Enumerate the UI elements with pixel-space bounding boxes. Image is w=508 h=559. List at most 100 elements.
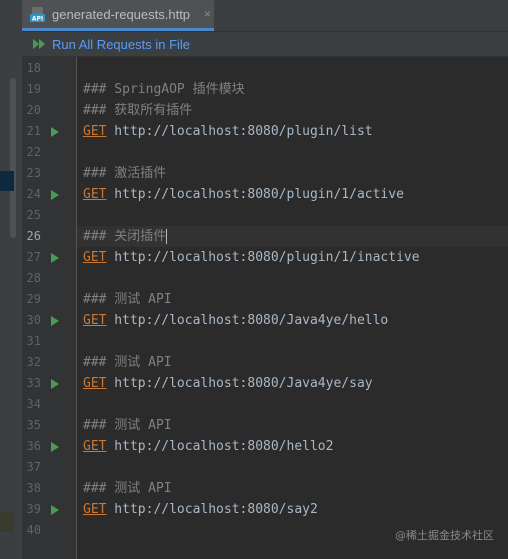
line-number: 35 — [26, 418, 41, 432]
code-line[interactable]: GET http://localhost:8080/plugin/1/activ… — [77, 184, 508, 205]
gutter-line: 31 — [22, 331, 77, 352]
line-number: 37 — [26, 460, 41, 474]
gutter-line: 18 — [22, 58, 77, 79]
code-line[interactable]: GET http://localhost:8080/Java4ye/hello — [77, 310, 508, 331]
code-line[interactable]: ### 测试 API — [77, 415, 508, 436]
run-request-icon[interactable] — [51, 442, 59, 452]
line-number: 28 — [26, 271, 41, 285]
request-comment: ### SpringAOP 插件模块 — [83, 82, 245, 97]
close-icon[interactable]: × — [204, 7, 211, 21]
gutter-line: 38 — [22, 478, 77, 499]
line-number: 18 — [26, 61, 41, 75]
gutter-line: 27 — [22, 247, 77, 268]
text-caret — [166, 229, 168, 244]
http-method: GET — [83, 376, 107, 391]
gutter-line: 30 — [22, 310, 77, 331]
gutter-line: 25 — [22, 205, 77, 226]
http-method: GET — [83, 187, 107, 202]
panel-scrollbar[interactable] — [10, 78, 16, 238]
api-file-icon: API — [30, 6, 47, 23]
request-comment: ### 测试 API — [83, 418, 172, 433]
request-url: http://localhost:8080/Java4ye/hello — [106, 313, 389, 328]
code-line[interactable]: ### 测试 API — [77, 478, 508, 499]
code-line[interactable]: ### 测试 API — [77, 352, 508, 373]
code-line[interactable]: GET http://localhost:8080/Java4ye/say — [77, 373, 508, 394]
code-line[interactable] — [77, 142, 508, 163]
code-line[interactable]: ### 关闭插件 — [77, 226, 508, 247]
code-line[interactable] — [77, 394, 508, 415]
line-number: 39 — [26, 502, 41, 516]
gutter-line: 29 — [22, 289, 77, 310]
gutter-line: 32 — [22, 352, 77, 373]
line-number: 34 — [26, 397, 41, 411]
selected-tree-item[interactable] — [0, 171, 14, 191]
line-number: 33 — [26, 376, 41, 390]
code-line[interactable]: GET http://localhost:8080/plugin/list — [77, 121, 508, 142]
highlighted-tree-item[interactable] — [0, 512, 14, 532]
line-number: 22 — [26, 145, 41, 159]
http-method: GET — [83, 250, 107, 265]
code-line[interactable]: GET http://localhost:8080/hello2 — [77, 436, 508, 457]
request-comment: ### 激活插件 — [83, 166, 167, 181]
code-line[interactable]: ### SpringAOP 插件模块 — [77, 79, 508, 100]
run-request-icon[interactable] — [51, 379, 59, 389]
code-editor[interactable]: ### SpringAOP 插件模块 ### 获取所有插件 GET http://l… — [77, 57, 508, 559]
request-url: http://localhost:8080/plugin/1/inactive — [106, 250, 420, 265]
code-line[interactable] — [77, 457, 508, 478]
line-number: 29 — [26, 292, 41, 306]
http-method: GET — [83, 439, 107, 454]
run-request-icon[interactable] — [51, 253, 59, 263]
request-url: http://localhost:8080/say2 — [106, 502, 318, 517]
code-line[interactable] — [77, 58, 508, 79]
line-number: 24 — [26, 187, 41, 201]
gutter-line: 39 — [22, 499, 77, 520]
gutter-line: 35 — [22, 415, 77, 436]
code-line[interactable]: GET http://localhost:8080/plugin/1/inact… — [77, 247, 508, 268]
code-line[interactable]: ### 激活插件 — [77, 163, 508, 184]
run-all-icon — [33, 39, 45, 49]
request-url: http://localhost:8080/plugin/list — [106, 124, 373, 139]
api-file-icon-text: API — [32, 15, 43, 22]
line-number: 19 — [26, 82, 41, 96]
watermark-text: @稀土掘金技术社区 — [395, 529, 494, 542]
line-number: 32 — [26, 355, 41, 369]
line-number: 21 — [26, 124, 41, 138]
request-comment: ### 获取所有插件 — [83, 103, 193, 118]
code-line[interactable]: GET http://localhost:8080/say2 — [77, 499, 508, 520]
line-number: 27 — [26, 250, 41, 264]
project-panel-edge — [0, 0, 23, 559]
line-number: 30 — [26, 313, 41, 327]
http-method: GET — [83, 313, 107, 328]
tab-label: generated-requests.http — [52, 6, 191, 22]
line-number: 25 — [26, 208, 41, 222]
code-line[interactable]: ### 测试 API — [77, 289, 508, 310]
line-number: 23 — [26, 166, 41, 180]
code-line[interactable] — [77, 205, 508, 226]
http-method: GET — [83, 124, 107, 139]
request-url: http://localhost:8080/plugin/1/active — [106, 187, 404, 202]
line-number-gutter[interactable]: 18 19 20 21 22 23 24 25 26 27 28 29 30 31 32 33 34 35 36 37… — [22, 57, 77, 559]
gutter-line: 20 — [22, 100, 77, 121]
tab-generated-requests[interactable]: API generated-requests.http × — [22, 0, 214, 31]
gutter-line: 37 — [22, 457, 77, 478]
run-request-icon[interactable] — [51, 190, 59, 200]
http-method: GET — [83, 502, 107, 517]
line-number: 26 — [26, 229, 41, 243]
line-number: 20 — [26, 103, 41, 117]
line-number: 40 — [26, 523, 41, 537]
request-comment: ### 测试 API — [83, 355, 172, 370]
ide-window: API generated-requests.http × Run All Re… — [0, 0, 508, 559]
run-request-icon[interactable] — [51, 316, 59, 326]
run-request-icon[interactable] — [51, 127, 59, 137]
code-line[interactable]: ### 获取所有插件 — [77, 100, 508, 121]
run-request-icon[interactable] — [51, 505, 59, 515]
code-line[interactable] — [77, 331, 508, 352]
gutter-line: 33 — [22, 373, 77, 394]
run-all-requests-button[interactable]: Run All Requests in File — [32, 37, 190, 52]
gutter-line: 23 — [22, 163, 77, 184]
gutter-line: 22 — [22, 142, 77, 163]
code-line[interactable] — [77, 268, 508, 289]
gutter-line: 36 — [22, 436, 77, 457]
run-all-label: Run All Requests in File — [52, 36, 191, 52]
request-url: http://localhost:8080/hello2 — [106, 439, 334, 454]
